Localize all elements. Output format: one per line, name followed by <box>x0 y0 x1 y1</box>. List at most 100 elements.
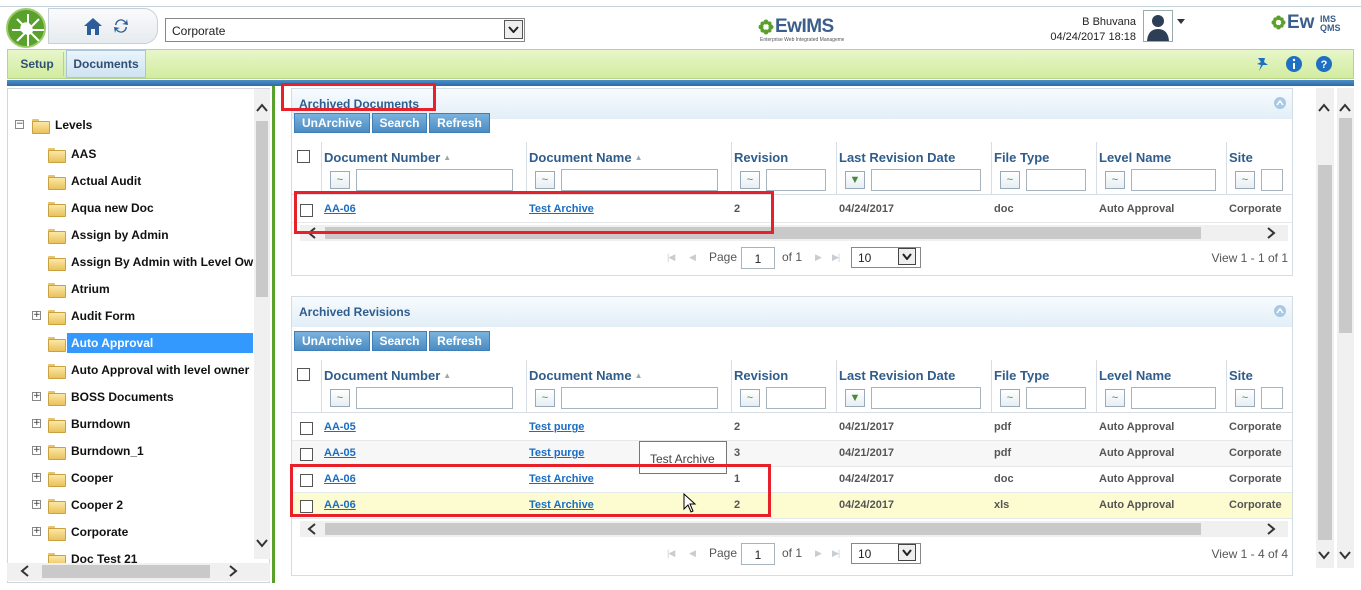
tree-item[interactable]: Burndown_1 <box>48 440 148 462</box>
column-filter-input[interactable] <box>871 387 981 409</box>
tree-root[interactable]: Levels <box>32 114 96 136</box>
filter-operator-button[interactable]: ~ <box>330 389 350 407</box>
column-filter-input[interactable] <box>1261 387 1283 409</box>
first-page-icon[interactable]: |◀ <box>667 252 675 263</box>
tree-item[interactable]: Auto Approval <box>48 332 253 354</box>
filter-operator-button[interactable]: ~ <box>1235 389 1255 407</box>
column-filter-input[interactable] <box>871 169 981 191</box>
user-avatar-icon[interactable] <box>1143 10 1173 42</box>
home-icon[interactable] <box>82 15 104 37</box>
chevron-down-icon[interactable] <box>1338 548 1352 565</box>
filter-operator-button[interactable]: ~ <box>740 171 760 189</box>
filter-operator-button[interactable]: ~ <box>1235 171 1255 189</box>
collapse-icon[interactable] <box>1274 97 1286 109</box>
column-header[interactable]: Document Number ▲ <box>324 362 525 388</box>
collapse-icon[interactable] <box>1274 305 1286 317</box>
filter-operator-button[interactable]: ~ <box>1105 389 1125 407</box>
chevron-left-icon[interactable] <box>306 522 318 539</box>
tree-item[interactable]: Corporate <box>48 521 132 543</box>
column-filter-input[interactable] <box>561 169 718 191</box>
last-page-icon[interactable]: ▶| <box>832 252 840 263</box>
organization-select[interactable]: Corporate <box>165 18 525 42</box>
refresh-icon[interactable] <box>112 17 130 35</box>
tab-setup[interactable]: Setup <box>14 51 60 77</box>
unarchive-button[interactable]: UnArchive <box>294 331 370 351</box>
column-filter-input[interactable] <box>356 169 513 191</box>
filter-operator-button[interactable]: ~ <box>1000 171 1020 189</box>
column-filter-input[interactable] <box>561 387 718 409</box>
column-filter-input[interactable] <box>766 387 826 409</box>
column-header[interactable]: Document Name ▲ <box>529 362 730 388</box>
tree-item[interactable]: AAS <box>48 143 100 165</box>
first-page-icon[interactable]: |◀ <box>667 548 675 559</box>
column-header[interactable]: Document Number ▲ <box>324 144 525 170</box>
filter-operator-button[interactable]: ~ <box>535 171 555 189</box>
column-filter-input[interactable] <box>1131 169 1216 191</box>
grid-horizontal-scroll-thumb[interactable] <box>325 523 1201 535</box>
app-logo-icon[interactable] <box>6 8 46 48</box>
sort-icon[interactable]: ▲ <box>635 153 643 162</box>
column-header[interactable]: Document Name ▲ <box>529 144 730 170</box>
expand-tree-icon[interactable]: + <box>32 473 41 482</box>
tree-item[interactable]: Actual Audit <box>48 170 145 192</box>
chevron-right-icon[interactable] <box>1265 522 1277 539</box>
document-number-link[interactable]: AA-05 <box>324 421 356 433</box>
chevron-up-icon[interactable] <box>1338 101 1352 118</box>
column-header[interactable]: Level Name <box>1099 362 1225 388</box>
sort-icon[interactable]: ▲ <box>443 153 451 162</box>
filter-operator-button[interactable]: ▼ <box>845 389 865 407</box>
column-filter-input[interactable] <box>1261 169 1283 191</box>
select-all-checkbox[interactable] <box>297 368 310 381</box>
next-page-icon[interactable]: ▶ <box>815 548 822 559</box>
chevron-up-icon[interactable] <box>255 101 269 118</box>
column-filter-input[interactable] <box>356 387 513 409</box>
page-number-input[interactable]: 1 <box>741 543 775 565</box>
document-name-link[interactable]: Test purge <box>529 447 584 459</box>
expand-tree-icon[interactable]: + <box>32 446 41 455</box>
filter-operator-button[interactable]: ~ <box>1000 389 1020 407</box>
tree-item[interactable]: BOSS Documents <box>48 386 178 408</box>
column-header[interactable]: Last Revision Date <box>839 362 990 388</box>
prev-page-icon[interactable]: ◀ <box>689 548 696 559</box>
chevron-down-icon[interactable] <box>504 20 523 39</box>
filter-operator-button[interactable]: ~ <box>1105 171 1125 189</box>
filter-operator-button[interactable]: ▼ <box>845 171 865 189</box>
select-all-checkbox[interactable] <box>297 150 310 163</box>
column-filter-input[interactable] <box>1026 387 1086 409</box>
unarchive-button[interactable]: UnArchive <box>294 113 370 133</box>
chevron-right-icon[interactable] <box>1265 226 1277 243</box>
page-number-input[interactable]: 1 <box>741 247 775 269</box>
filter-operator-button[interactable]: ~ <box>330 171 350 189</box>
chevron-down-icon[interactable] <box>898 248 916 265</box>
row-checkbox[interactable] <box>300 422 313 435</box>
next-page-icon[interactable]: ▶ <box>815 252 822 263</box>
tab-documents[interactable]: Documents <box>66 50 146 78</box>
column-header[interactable]: Last Revision Date <box>839 144 990 170</box>
expand-tree-icon[interactable]: + <box>32 500 41 509</box>
refresh-button[interactable]: Refresh <box>429 331 490 351</box>
search-button[interactable]: Search <box>372 113 427 133</box>
tree-vertical-scroll-thumb[interactable] <box>256 121 268 297</box>
tree-item[interactable]: Assign by Admin <box>48 224 173 246</box>
column-header[interactable]: Revision <box>734 144 835 170</box>
tree-horizontal-scroll-thumb[interactable] <box>42 565 210 578</box>
tree-item[interactable]: Burndown <box>48 413 134 435</box>
tree-item[interactable]: Cooper <box>48 467 117 489</box>
column-header[interactable]: Site <box>1229 144 1292 170</box>
filter-operator-button[interactable]: ~ <box>740 389 760 407</box>
column-header[interactable]: File Type <box>994 144 1095 170</box>
main-vertical-scroll-thumb[interactable] <box>1318 165 1332 540</box>
chevron-left-icon[interactable] <box>18 564 32 581</box>
column-filter-input[interactable] <box>1131 387 1216 409</box>
column-filter-input[interactable] <box>766 169 826 191</box>
pin-icon[interactable] <box>1254 55 1272 73</box>
info-icon[interactable] <box>1285 55 1303 73</box>
tree-item[interactable]: Auto Approval with level owner <box>48 359 253 381</box>
collapse-tree-icon[interactable]: − <box>15 120 24 129</box>
tree-item[interactable]: Cooper 2 <box>48 494 127 516</box>
chevron-down-icon[interactable] <box>255 536 269 553</box>
refresh-button[interactable]: Refresh <box>429 113 490 133</box>
tree-item[interactable]: Atrium <box>48 278 114 300</box>
expand-tree-icon[interactable]: + <box>32 527 41 536</box>
help-icon[interactable]: ? <box>1315 55 1333 73</box>
